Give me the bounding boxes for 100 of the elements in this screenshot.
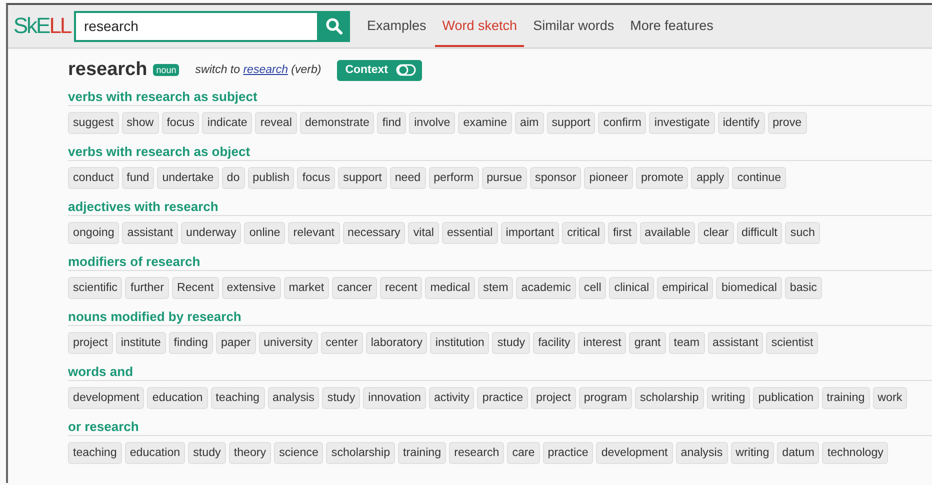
word-chip[interactable]: facility	[533, 332, 576, 354]
word-chip[interactable]: need	[390, 167, 426, 189]
word-chip[interactable]: team	[668, 332, 705, 354]
word-chip[interactable]: center	[320, 332, 363, 354]
word-chip[interactable]: interest	[578, 332, 626, 354]
word-chip[interactable]: scholarship	[635, 387, 704, 409]
word-chip[interactable]: study	[322, 387, 360, 409]
word-chip[interactable]: scientist	[766, 332, 818, 354]
word-chip[interactable]: datum	[777, 442, 820, 464]
word-chip[interactable]: essential	[442, 222, 498, 244]
word-chip[interactable]: market	[284, 277, 330, 299]
word-chip[interactable]: Recent	[172, 277, 219, 299]
word-chip[interactable]: program	[578, 387, 632, 409]
word-chip[interactable]: show	[122, 112, 159, 134]
word-chip[interactable]: project	[68, 332, 113, 354]
word-chip[interactable]: paper	[216, 332, 256, 354]
word-chip[interactable]: investigate	[649, 112, 715, 134]
logo[interactable]: SkELL	[8, 13, 74, 39]
word-chip[interactable]: critical	[562, 222, 605, 244]
word-chip[interactable]: technology	[822, 442, 888, 464]
word-chip[interactable]: development	[596, 442, 673, 464]
word-chip[interactable]: examine	[458, 112, 512, 134]
word-chip[interactable]: perform	[428, 167, 479, 189]
word-chip[interactable]: development	[68, 387, 144, 409]
word-chip[interactable]: education	[124, 442, 186, 464]
word-chip[interactable]: underway	[181, 222, 242, 244]
word-chip[interactable]: basic	[784, 277, 822, 299]
word-chip[interactable]: practice	[542, 442, 594, 464]
word-chip[interactable]: care	[507, 442, 540, 464]
word-chip[interactable]: laboratory	[366, 332, 428, 354]
search-field[interactable]: research	[74, 10, 317, 42]
word-chip[interactable]: publish	[248, 167, 294, 189]
word-chip[interactable]: practice	[477, 387, 528, 409]
word-chip[interactable]: necessary	[342, 222, 406, 244]
word-chip[interactable]: teaching	[210, 387, 265, 409]
word-chip[interactable]: undertake	[157, 167, 219, 189]
word-chip[interactable]: identify	[718, 112, 765, 134]
word-chip[interactable]: difficult	[736, 222, 782, 244]
word-chip[interactable]: assistant	[122, 222, 178, 244]
word-chip[interactable]: training	[398, 442, 446, 464]
word-chip[interactable]: scientific	[68, 277, 122, 299]
word-chip[interactable]: cancer	[332, 277, 377, 299]
word-chip[interactable]: fund	[122, 167, 154, 189]
nav-tab[interactable]: More features	[623, 5, 720, 47]
word-chip[interactable]: pioneer	[584, 167, 633, 189]
word-chip[interactable]: further	[125, 277, 169, 299]
word-chip[interactable]: relevant	[288, 222, 340, 244]
word-chip[interactable]: focus	[162, 112, 200, 134]
word-chip[interactable]: publication	[753, 387, 819, 409]
word-chip[interactable]: indicate	[202, 112, 252, 134]
word-chip[interactable]: do	[222, 167, 245, 189]
word-chip[interactable]: theory	[228, 442, 272, 464]
search-button[interactable]	[317, 10, 350, 42]
switch-link[interactable]: research	[243, 64, 288, 76]
nav-tab[interactable]: Similar words	[526, 5, 622, 47]
word-chip[interactable]: support	[338, 167, 387, 189]
word-chip[interactable]: research	[449, 442, 504, 464]
word-chip[interactable]: analysis	[268, 387, 320, 409]
word-chip[interactable]: clinical	[609, 277, 654, 299]
word-chip[interactable]: vital	[408, 222, 439, 244]
word-chip[interactable]: reveal	[255, 112, 297, 134]
word-chip[interactable]: institute	[116, 332, 166, 354]
word-chip[interactable]: empirical	[657, 277, 714, 299]
word-chip[interactable]: online	[244, 222, 286, 244]
word-chip[interactable]: writing	[730, 442, 774, 464]
word-chip[interactable]: activity	[428, 387, 474, 409]
word-chip[interactable]: promote	[636, 167, 688, 189]
word-chip[interactable]: scholarship	[326, 442, 396, 464]
word-chip[interactable]: sponsor	[530, 167, 582, 189]
word-chip[interactable]: university	[258, 332, 318, 354]
word-chip[interactable]: support	[546, 112, 596, 134]
word-chip[interactable]: prove	[768, 112, 807, 134]
word-chip[interactable]: stem	[478, 277, 514, 299]
word-chip[interactable]: focus	[297, 167, 336, 189]
word-chip[interactable]: such	[785, 222, 820, 244]
word-chip[interactable]: education	[147, 387, 208, 409]
word-chip[interactable]: science	[274, 442, 324, 464]
word-chip[interactable]: continue	[732, 167, 786, 189]
word-chip[interactable]: involve	[409, 112, 456, 134]
word-chip[interactable]: apply	[691, 167, 730, 189]
word-chip[interactable]: demonstrate	[300, 112, 374, 134]
word-chip[interactable]: aim	[515, 112, 544, 134]
word-chip[interactable]: study	[188, 442, 226, 464]
word-chip[interactable]: recent	[380, 277, 422, 299]
word-chip[interactable]: available	[640, 222, 696, 244]
word-chip[interactable]: writing	[706, 387, 750, 409]
word-chip[interactable]: finding	[168, 332, 213, 354]
word-chip[interactable]: academic	[516, 277, 576, 299]
word-chip[interactable]: find	[377, 112, 406, 134]
word-chip[interactable]: institution	[430, 332, 490, 354]
word-chip[interactable]: first	[608, 222, 637, 244]
word-chip[interactable]: confirm	[598, 112, 646, 134]
word-chip[interactable]: work	[872, 387, 908, 409]
word-chip[interactable]: clear	[698, 222, 734, 244]
word-chip[interactable]: assistant	[708, 332, 764, 354]
word-chip[interactable]: biomedical	[716, 277, 782, 299]
word-chip[interactable]: important	[500, 222, 560, 244]
context-toggle[interactable]: Context	[337, 60, 422, 80]
word-chip[interactable]: suggest	[68, 112, 119, 134]
word-chip[interactable]: innovation	[363, 387, 426, 409]
